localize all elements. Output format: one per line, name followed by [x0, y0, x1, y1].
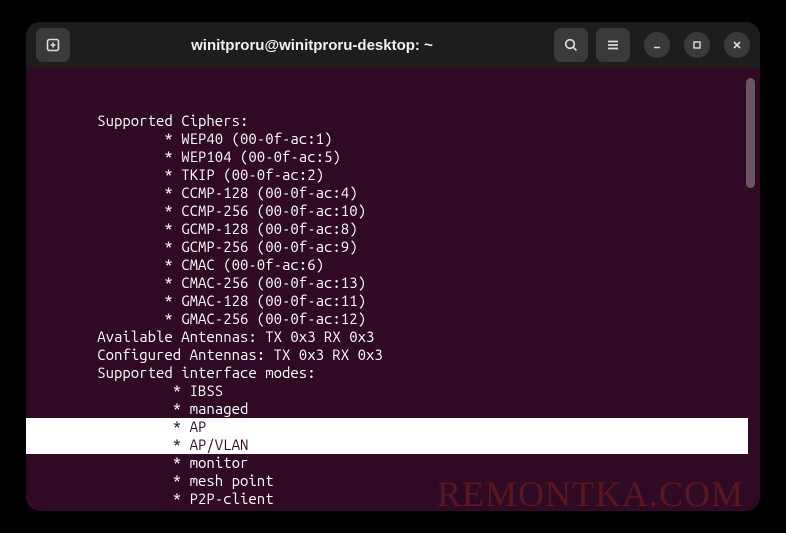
terminal-line: Supported interface modes: — [30, 364, 316, 381]
terminal-line: * CMAC (00-0f-ac:6) — [30, 256, 324, 273]
terminal-viewport[interactable]: Supported Ciphers: * WEP40 (00-0f-ac:1) … — [26, 68, 760, 511]
terminal-line-highlight: * AP/VLAN — [26, 436, 748, 454]
terminal-line: * P2P-client — [30, 490, 274, 507]
window-title: winitproru@winitproru-desktop: ~ — [70, 37, 554, 54]
terminal-line: * GMAC-256 (00-0f-ac:12) — [30, 310, 366, 327]
terminal-line: * managed — [30, 400, 248, 417]
terminal-line-highlight: * AP — [26, 418, 748, 436]
menu-button[interactable] — [596, 28, 630, 62]
terminal-line: * GMAC-128 (00-0f-ac:11) — [30, 292, 366, 309]
terminal-line: * TKIP (00-0f-ac:2) — [30, 166, 324, 183]
terminal-line: * GCMP-256 (00-0f-ac:9) — [30, 238, 358, 255]
terminal-line: * WEP40 (00-0f-ac:1) — [30, 130, 332, 147]
terminal-line: * mesh point — [30, 472, 274, 489]
maximize-button[interactable] — [684, 32, 710, 58]
terminal-line: Configured Antennas: TX 0x3 RX 0x3 — [30, 346, 383, 363]
terminal-line: * CMAC-256 (00-0f-ac:13) — [30, 274, 366, 291]
new-tab-button[interactable] — [36, 28, 70, 62]
close-button[interactable] — [724, 32, 750, 58]
search-button[interactable] — [554, 28, 588, 62]
terminal-line: * monitor — [30, 454, 248, 471]
terminal-line: * P2P-GO — [30, 508, 240, 511]
terminal-window: winitproru@winitproru-desktop: ~ — [26, 22, 760, 511]
titlebar: winitproru@winitproru-desktop: ~ — [26, 22, 760, 68]
terminal-line: Available Antennas: TX 0x3 RX 0x3 — [30, 328, 374, 345]
minimize-button[interactable] — [644, 32, 670, 58]
terminal-line: Supported Ciphers: — [30, 112, 248, 129]
terminal-line: * CCMP-256 (00-0f-ac:10) — [30, 202, 366, 219]
terminal-output: Supported Ciphers: * WEP40 (00-0f-ac:1) … — [26, 94, 760, 511]
scrollbar-thumb[interactable] — [746, 78, 755, 188]
terminal-line: * IBSS — [30, 382, 223, 399]
terminal-line: * GCMP-128 (00-0f-ac:8) — [30, 220, 358, 237]
terminal-line: * WEP104 (00-0f-ac:5) — [30, 148, 341, 165]
terminal-line: * CCMP-128 (00-0f-ac:4) — [30, 184, 358, 201]
